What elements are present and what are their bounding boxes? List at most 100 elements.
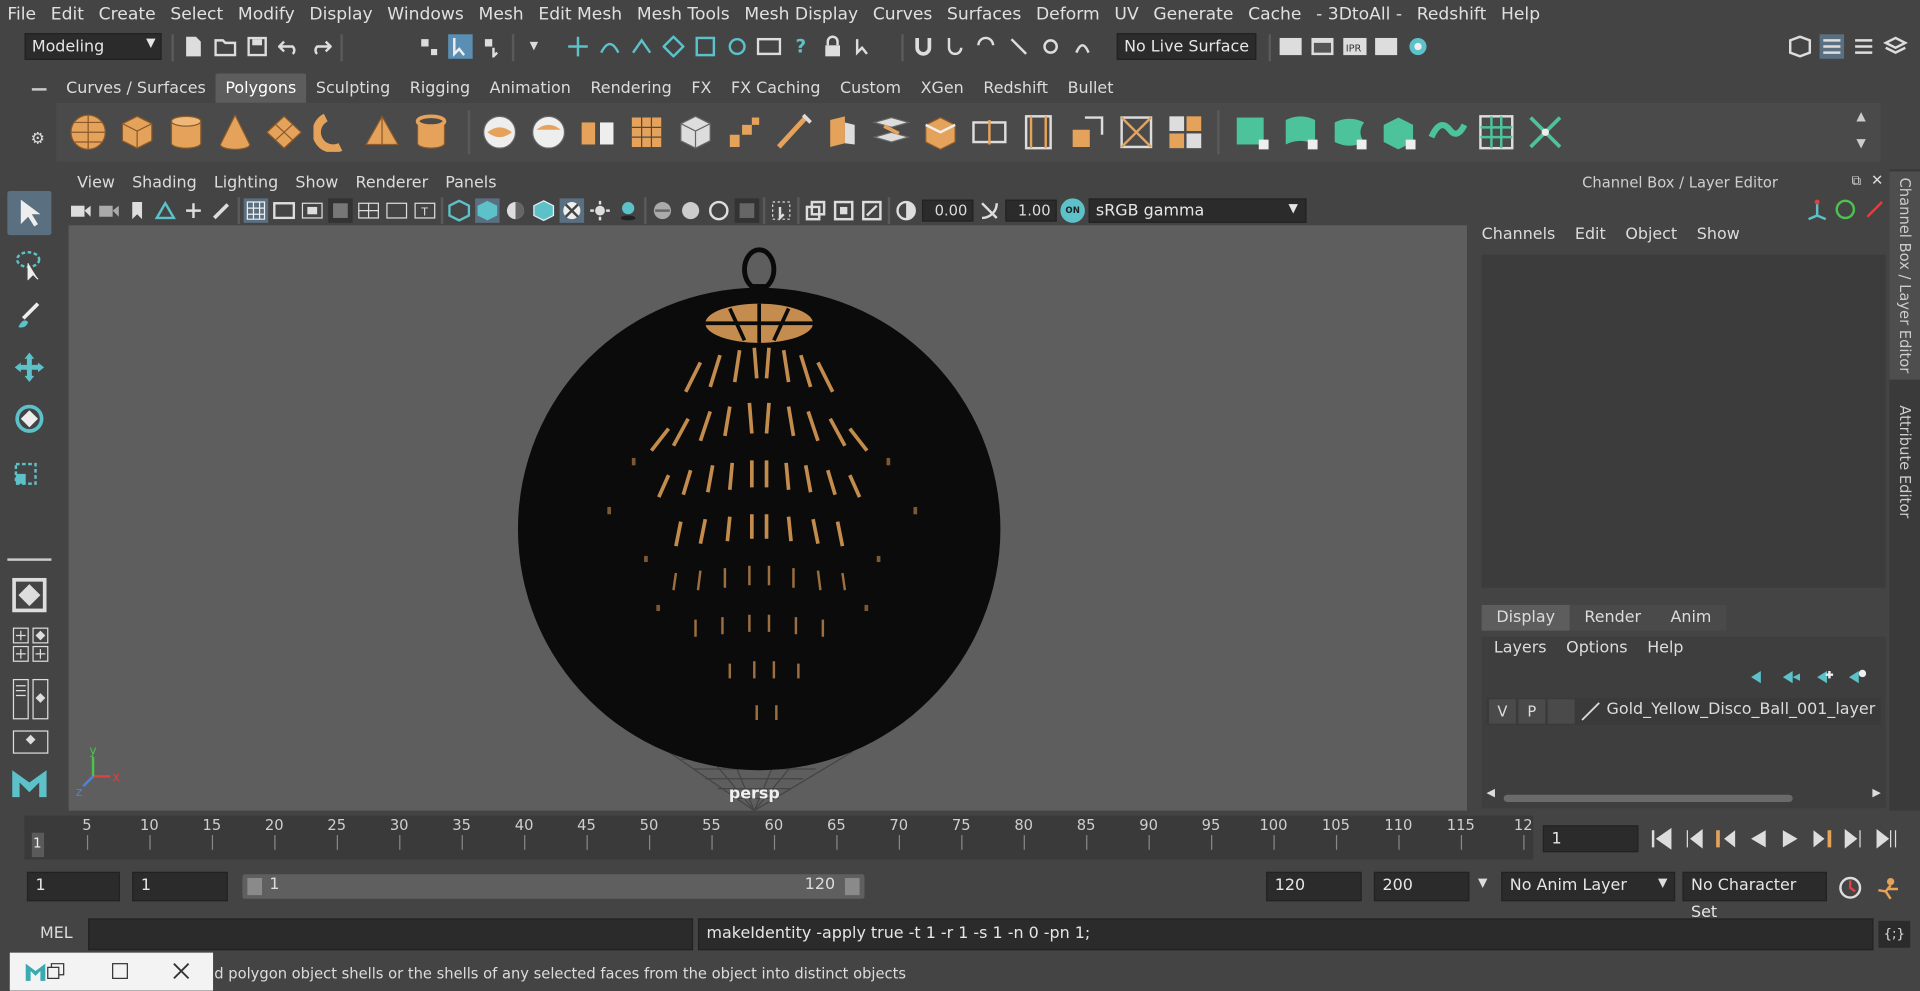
viewport-menu-show[interactable]: Show <box>287 173 347 191</box>
menu-mesh-tools[interactable]: Mesh Tools <box>629 5 737 25</box>
channel-menu-channels[interactable]: Channels <box>1482 225 1556 243</box>
grease-pencil-icon[interactable] <box>209 198 233 222</box>
layer-color-icon[interactable] <box>1580 700 1602 722</box>
append-polygon-icon[interactable] <box>1068 113 1107 152</box>
extrude-icon[interactable] <box>823 113 862 152</box>
camera-icon[interactable] <box>69 198 93 222</box>
mirror-icon[interactable] <box>578 113 617 152</box>
magnet-icon[interactable] <box>911 34 935 58</box>
poly-torus-icon[interactable] <box>313 113 352 152</box>
poly-pyramid-icon[interactable] <box>362 113 401 152</box>
select-lock-icon[interactable] <box>852 34 876 58</box>
paint-select-tool-icon[interactable] <box>7 294 51 338</box>
film-gate-icon[interactable] <box>272 198 296 222</box>
uv-automatic-icon[interactable] <box>1379 113 1418 152</box>
scale-tool-icon[interactable] <box>7 448 51 492</box>
channel-menu-object[interactable]: Object <box>1625 225 1677 243</box>
xray-active-icon[interactable] <box>678 198 702 222</box>
menu-generate[interactable]: Generate <box>1146 5 1241 25</box>
layer-playback-toggle[interactable]: P <box>1518 699 1546 724</box>
shelf-menu-icon[interactable] <box>31 88 47 91</box>
shelf-scroll-down-icon[interactable]: ▼ <box>1856 137 1865 150</box>
shelf-tab-redshift[interactable]: Redshift <box>974 73 1058 102</box>
select-hierarchy-icon[interactable] <box>416 34 440 58</box>
history-icon[interactable] <box>725 34 749 58</box>
snap-live-magnet-icon[interactable] <box>1038 34 1062 58</box>
maximize-icon[interactable] <box>110 961 130 981</box>
new-scene-icon[interactable] <box>181 34 205 58</box>
use-all-lights-icon[interactable] <box>588 198 612 222</box>
current-frame-field[interactable]: 1 <box>1542 825 1639 853</box>
channel-box-manip-icon[interactable] <box>1834 198 1856 225</box>
multi-cut-icon[interactable] <box>774 113 813 152</box>
isolate-view-icon[interactable] <box>769 198 793 222</box>
menu-modify[interactable]: Modify <box>231 5 302 25</box>
uv-sew-icon[interactable] <box>1526 113 1565 152</box>
colorspace-dropdown[interactable]: sRGB gamma ▼ <box>1088 198 1307 223</box>
command-language-toggle[interactable]: MEL <box>27 921 86 948</box>
persp-graph-layout-icon[interactable] <box>12 730 51 759</box>
wireframe-on-shaded-icon[interactable] <box>531 198 555 222</box>
shelf-tab-xgen[interactable]: XGen <box>911 73 974 102</box>
undo-icon[interactable] <box>277 34 301 58</box>
safe-title-icon[interactable]: T <box>413 198 437 222</box>
help-icon[interactable]: ? <box>789 34 813 58</box>
live-surface-field[interactable]: No Live Surface <box>1116 33 1257 61</box>
safe-action-icon[interactable] <box>384 198 408 222</box>
make-live-icon[interactable] <box>1070 34 1094 58</box>
field-chart-icon[interactable] <box>356 198 380 222</box>
menu-surfaces[interactable]: Surfaces <box>940 5 1029 25</box>
mode-selector[interactable]: Modeling ▼ <box>24 33 162 61</box>
grid-toggle-icon[interactable] <box>243 198 269 223</box>
render-current-icon[interactable] <box>1310 34 1334 58</box>
float-panel-icon[interactable]: ⧉ <box>1851 173 1861 190</box>
outliner-layout-icon[interactable] <box>12 678 51 725</box>
render-settings-icon[interactable] <box>1278 34 1302 58</box>
menu-display[interactable]: Display <box>302 5 380 25</box>
xray-icon[interactable] <box>650 198 674 222</box>
shelf-tab-fx-caching[interactable]: FX Caching <box>721 73 830 102</box>
exposure-field[interactable]: 0.00 <box>922 199 974 222</box>
layer-name[interactable]: Gold_Yellow_Disco_Ball_001_layer <box>1607 700 1876 718</box>
current-frame-marker[interactable]: 1 <box>31 832 45 858</box>
bookmark-icon[interactable] <box>125 198 149 222</box>
attribute-editor-toggle-icon[interactable] <box>1819 34 1845 59</box>
uv-editor-icon[interactable] <box>1477 113 1516 152</box>
viewport-menu-shading[interactable]: Shading <box>124 173 206 191</box>
reduce-icon[interactable] <box>676 113 715 152</box>
snap-live-icon[interactable] <box>693 34 717 58</box>
open-scene-icon[interactable] <box>213 34 237 58</box>
step-forward-key-icon[interactable] <box>1842 828 1866 850</box>
side-tab-attribute-editor[interactable]: Attribute Editor <box>1889 394 1920 529</box>
rotate-tool-icon[interactable] <box>7 397 51 441</box>
snap-point-magnet-icon[interactable] <box>975 34 999 58</box>
new-layer-selected-icon[interactable] <box>1844 669 1867 686</box>
scroll-right-icon[interactable]: ▶ <box>1872 787 1880 799</box>
select-object-icon[interactable] <box>448 34 473 59</box>
viewport-menu-panels[interactable]: Panels <box>437 173 505 191</box>
poly-cube-icon[interactable] <box>118 113 157 152</box>
poly-pipe-icon[interactable] <box>411 113 450 152</box>
uv-planar-icon[interactable] <box>1232 113 1271 152</box>
snap-curve-icon[interactable] <box>598 34 622 58</box>
layer-tab-anim[interactable]: Anim <box>1655 604 1727 631</box>
chevron-down-icon[interactable]: ▼ <box>1658 877 1667 890</box>
redo-icon[interactable] <box>309 34 333 58</box>
playback-start-field[interactable]: 1 <box>132 871 228 902</box>
hypershade-icon[interactable] <box>1406 34 1430 58</box>
channel-box-toggle-icon[interactable] <box>1883 34 1908 58</box>
shelf-tab-bullet[interactable]: Bullet <box>1058 73 1123 102</box>
maya-app-icon[interactable] <box>24 960 46 982</box>
step-back-key-icon[interactable] <box>1682 828 1706 850</box>
channel-box-axis-icon[interactable] <box>1805 198 1829 227</box>
viewport-menu-renderer[interactable]: Renderer <box>347 173 437 191</box>
channel-menu-edit[interactable]: Edit <box>1575 225 1606 243</box>
resolution-gate-icon[interactable] <box>300 198 324 222</box>
shelf-tab-polygons[interactable]: Polygons <box>215 73 307 103</box>
shelf-gear-icon[interactable]: ⚙ <box>31 130 45 148</box>
bridge-icon[interactable] <box>872 113 911 152</box>
motion-blur-icon[interactable] <box>831 198 855 222</box>
play-forward-icon[interactable] <box>1778 828 1802 850</box>
scene-canvas[interactable]: x y z persp <box>69 225 1467 811</box>
uv-spherical-icon[interactable] <box>1330 113 1369 152</box>
